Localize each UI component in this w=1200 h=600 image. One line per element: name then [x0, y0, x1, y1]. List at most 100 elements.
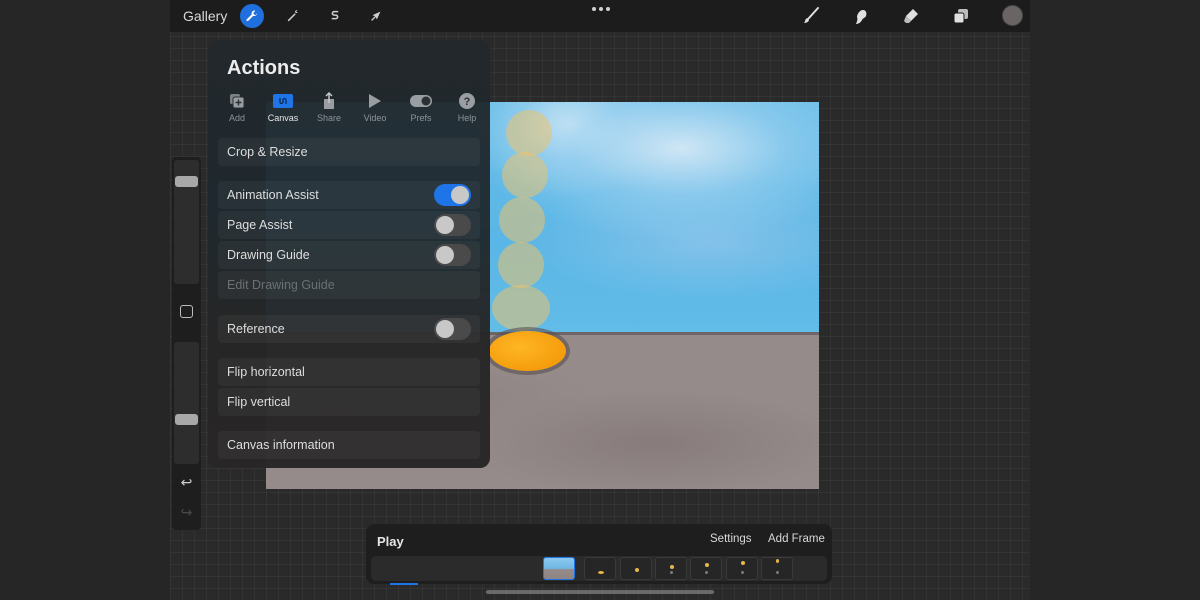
- ball-marker: [705, 563, 709, 567]
- gallery-button[interactable]: Gallery: [183, 8, 227, 24]
- tab-video[interactable]: Video: [352, 92, 398, 124]
- tab-help[interactable]: ? Help: [444, 92, 490, 124]
- item-label: Drawing Guide: [227, 248, 310, 262]
- item-label: Edit Drawing Guide: [227, 278, 335, 292]
- item-label: Reference: [227, 322, 285, 336]
- paintbrush-icon: [804, 7, 819, 23]
- page-assist-toggle[interactable]: [434, 214, 471, 236]
- tab-label: Canvas: [267, 113, 299, 123]
- reference-item[interactable]: Reference: [218, 315, 480, 343]
- opacity-slider[interactable]: [174, 342, 199, 464]
- panel-title: Actions: [227, 57, 301, 79]
- item-label: Crop & Resize: [227, 145, 308, 159]
- tab-label: Prefs: [410, 113, 432, 123]
- add-icon: [230, 94, 245, 109]
- onion-skin-ball-1: [506, 110, 552, 156]
- toggle-knob: [436, 320, 454, 338]
- ellipsis-icon-dot: [606, 7, 610, 11]
- play-icon: [369, 94, 381, 108]
- layers-icon: [953, 9, 968, 24]
- crop-resize-item[interactable]: Crop & Resize: [218, 138, 480, 166]
- frame-thumbnail[interactable]: [655, 557, 687, 580]
- frame-thumbnail[interactable]: [543, 557, 575, 580]
- item-label: Flip horizontal: [227, 365, 305, 379]
- item-label: Animation Assist: [227, 188, 319, 202]
- frame-thumbnail[interactable]: [726, 557, 758, 580]
- adjustments-button[interactable]: [281, 4, 305, 28]
- animation-assist-item[interactable]: Animation Assist: [218, 181, 480, 209]
- onion-skin-ball-5: [492, 285, 550, 331]
- undo-button[interactable]: ↩: [178, 475, 195, 489]
- brush-size-slider[interactable]: [174, 160, 199, 284]
- drawing-guide-toggle[interactable]: [434, 244, 471, 266]
- toggle-knob: [451, 186, 469, 204]
- eraser-button[interactable]: [899, 4, 923, 28]
- wrench-icon: [246, 10, 258, 22]
- ball-marker: [741, 561, 745, 565]
- play-button[interactable]: Play: [377, 534, 404, 549]
- color-picker-button[interactable]: [1002, 5, 1023, 26]
- tab-prefs[interactable]: Prefs: [398, 92, 444, 124]
- help-icon: ?: [459, 93, 475, 109]
- tab-share[interactable]: Share: [306, 92, 352, 124]
- actions-button[interactable]: [240, 4, 264, 28]
- brush-size-thumb[interactable]: [175, 176, 198, 187]
- more-options-button[interactable]: [592, 7, 610, 11]
- edit-drawing-guide-item: Edit Drawing Guide: [218, 271, 480, 299]
- frame-strip[interactable]: [371, 556, 827, 581]
- transform-button[interactable]: [364, 4, 388, 28]
- flip-vertical-item[interactable]: Flip vertical: [218, 388, 480, 416]
- item-label: Page Assist: [227, 218, 293, 232]
- tab-label: Add: [228, 113, 245, 123]
- add-frame-button[interactable]: Add Frame: [768, 533, 825, 545]
- ellipsis-icon-dot: [599, 7, 603, 11]
- smudge-finger-icon: [856, 10, 867, 24]
- canvas-icon: [273, 94, 293, 108]
- flip-horizontal-item[interactable]: Flip horizontal: [218, 358, 480, 386]
- layers-button[interactable]: [949, 4, 973, 28]
- ball-shadow-marker: [705, 571, 708, 574]
- actions-panel: Actions Add Canvas Share Video Prefs ? H…: [208, 40, 490, 468]
- canvas-information-item[interactable]: Canvas information: [218, 431, 480, 459]
- undo-icon: ↩: [180, 474, 193, 490]
- top-toolbar: Gallery: [170, 0, 1030, 32]
- procreate-app: Gallery ↩ ↪ Actions Add Canvas Share Vid…: [170, 0, 1030, 600]
- modify-button[interactable]: [180, 305, 193, 318]
- eraser-icon: [904, 9, 918, 23]
- tab-canvas[interactable]: Canvas: [260, 92, 306, 124]
- tab-add[interactable]: Add: [214, 92, 260, 124]
- home-indicator[interactable]: [486, 590, 714, 594]
- frame-thumbnail[interactable]: [690, 557, 722, 580]
- toggle-icon: [410, 95, 432, 107]
- item-label: Canvas information: [227, 438, 335, 452]
- redo-button[interactable]: ↪: [178, 505, 195, 519]
- drawing-guide-item[interactable]: Drawing Guide: [218, 241, 480, 269]
- ball-shadow-marker: [670, 571, 673, 574]
- redo-icon: ↪: [180, 504, 193, 520]
- frame-thumbnail[interactable]: [584, 557, 616, 580]
- animation-assist-toggle[interactable]: [434, 184, 471, 206]
- brush-button[interactable]: [799, 4, 823, 28]
- screen: Gallery ↩ ↪ Actions Add Canvas Share Vid…: [0, 0, 1200, 600]
- ball-marker: [670, 565, 674, 569]
- toggle-knob: [436, 246, 454, 264]
- ellipsis-icon-dot: [592, 7, 596, 11]
- page-assist-item[interactable]: Page Assist: [218, 211, 480, 239]
- toggle-knob: [436, 216, 454, 234]
- frame-thumbnail[interactable]: [761, 557, 793, 580]
- ball-shadow-marker: [741, 571, 744, 574]
- selection-button[interactable]: [323, 4, 347, 28]
- reference-toggle[interactable]: [434, 318, 471, 340]
- arrow-cursor-icon: [371, 11, 381, 21]
- tab-label: Help: [457, 113, 477, 123]
- timeline-settings-button[interactable]: Settings: [710, 533, 752, 545]
- left-sidebar: ↩ ↪: [172, 157, 201, 530]
- opacity-thumb[interactable]: [175, 414, 198, 425]
- smudge-button[interactable]: [848, 4, 872, 28]
- onion-skin-ball-2: [502, 152, 548, 198]
- svg-text:?: ?: [464, 96, 471, 108]
- selection-s-icon: [331, 10, 339, 20]
- frame-thumbnail[interactable]: [620, 557, 652, 580]
- onion-skin-ball-4: [498, 242, 544, 288]
- ball-shadow-marker: [776, 571, 779, 574]
